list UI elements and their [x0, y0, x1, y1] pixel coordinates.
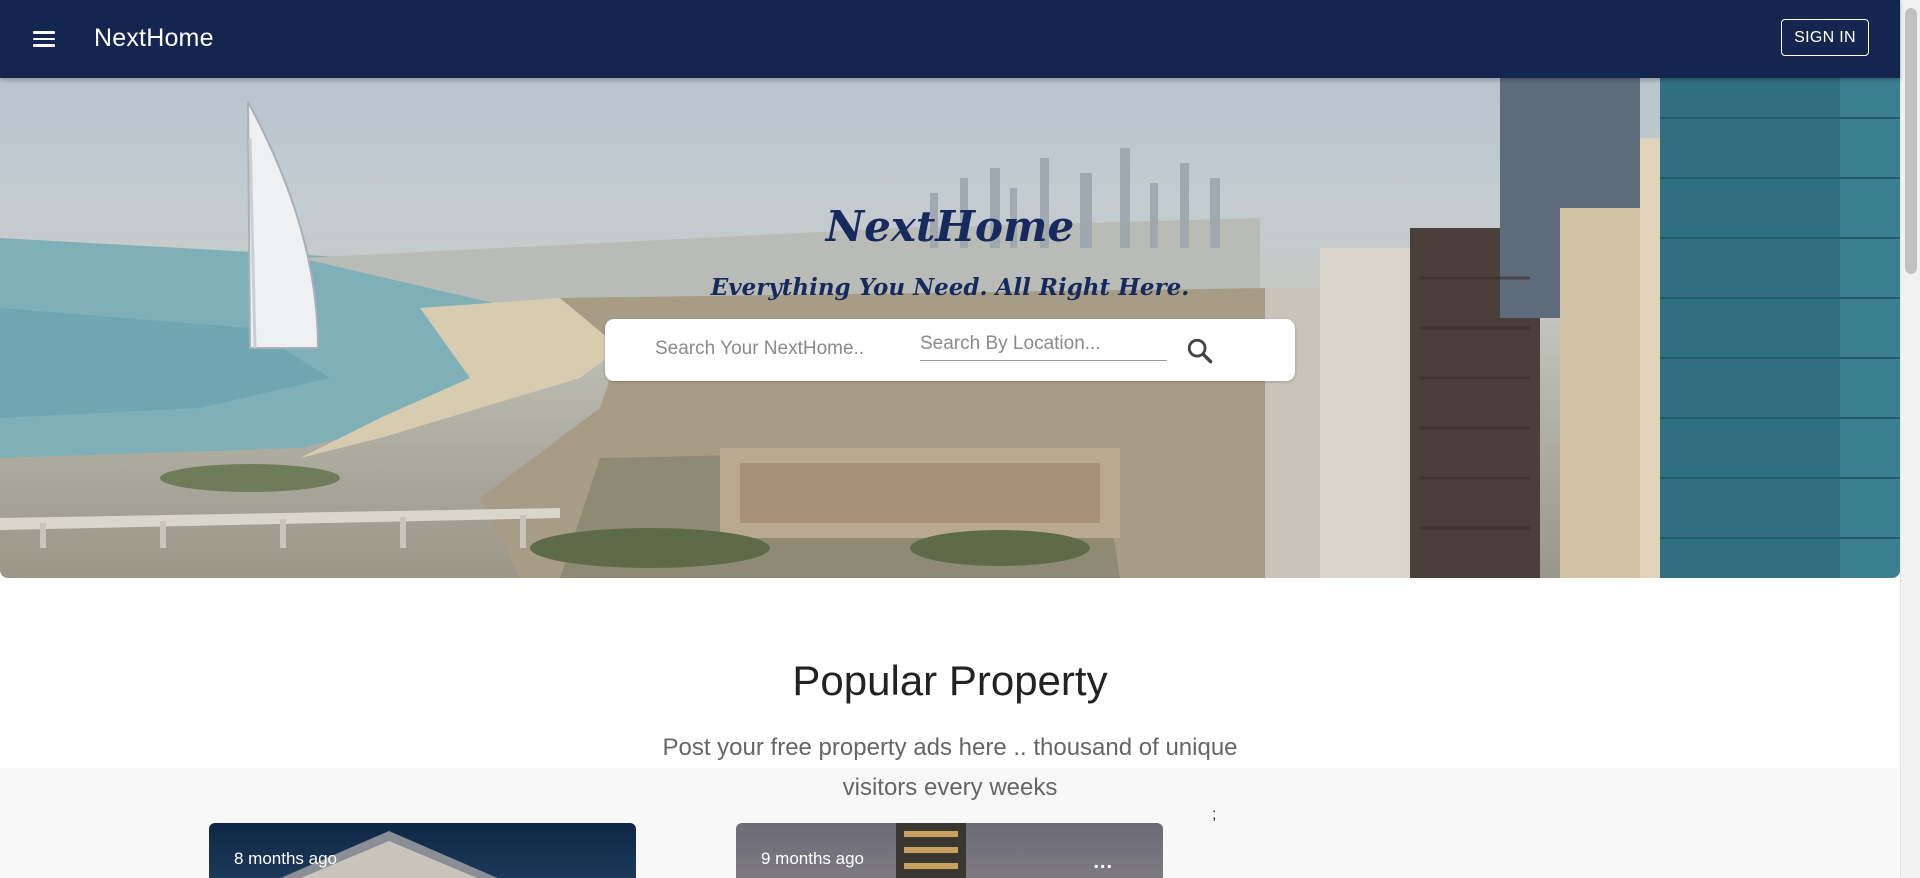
card-time: 9 months ago [761, 849, 865, 868]
property-card[interactable]: 9 months ago ... [736, 823, 1163, 878]
section-subtitle: Post your free property ads here .. thou… [662, 734, 1238, 801]
property-card[interactable]: 8 months ago [209, 823, 636, 878]
scrollbar-thumb[interactable] [1905, 8, 1917, 274]
more-options-icon[interactable]: ... [1093, 851, 1113, 874]
hero-tagline: Everything You Need. All Right Here. [710, 274, 1190, 301]
sign-in-button[interactable]: SIGN IN [1781, 19, 1869, 56]
hero-title: NextHome [825, 202, 1075, 251]
card-time: 8 months ago [234, 849, 338, 868]
search-input[interactable] [655, 334, 885, 364]
brand-name[interactable]: NextHome [94, 24, 214, 53]
menu-icon[interactable] [30, 27, 58, 51]
stray-text: ; [1212, 806, 1217, 823]
search-bar [605, 319, 1295, 381]
section-title: Popular Property [792, 657, 1108, 704]
search-icon[interactable] [1183, 334, 1217, 368]
hero-banner: NextHome Everything You Need. All Right … [0, 78, 1900, 578]
scrollbar[interactable] [1900, 0, 1920, 878]
location-search-input[interactable] [920, 327, 1167, 361]
app-bar: NextHome SIGN IN [0, 0, 1900, 78]
